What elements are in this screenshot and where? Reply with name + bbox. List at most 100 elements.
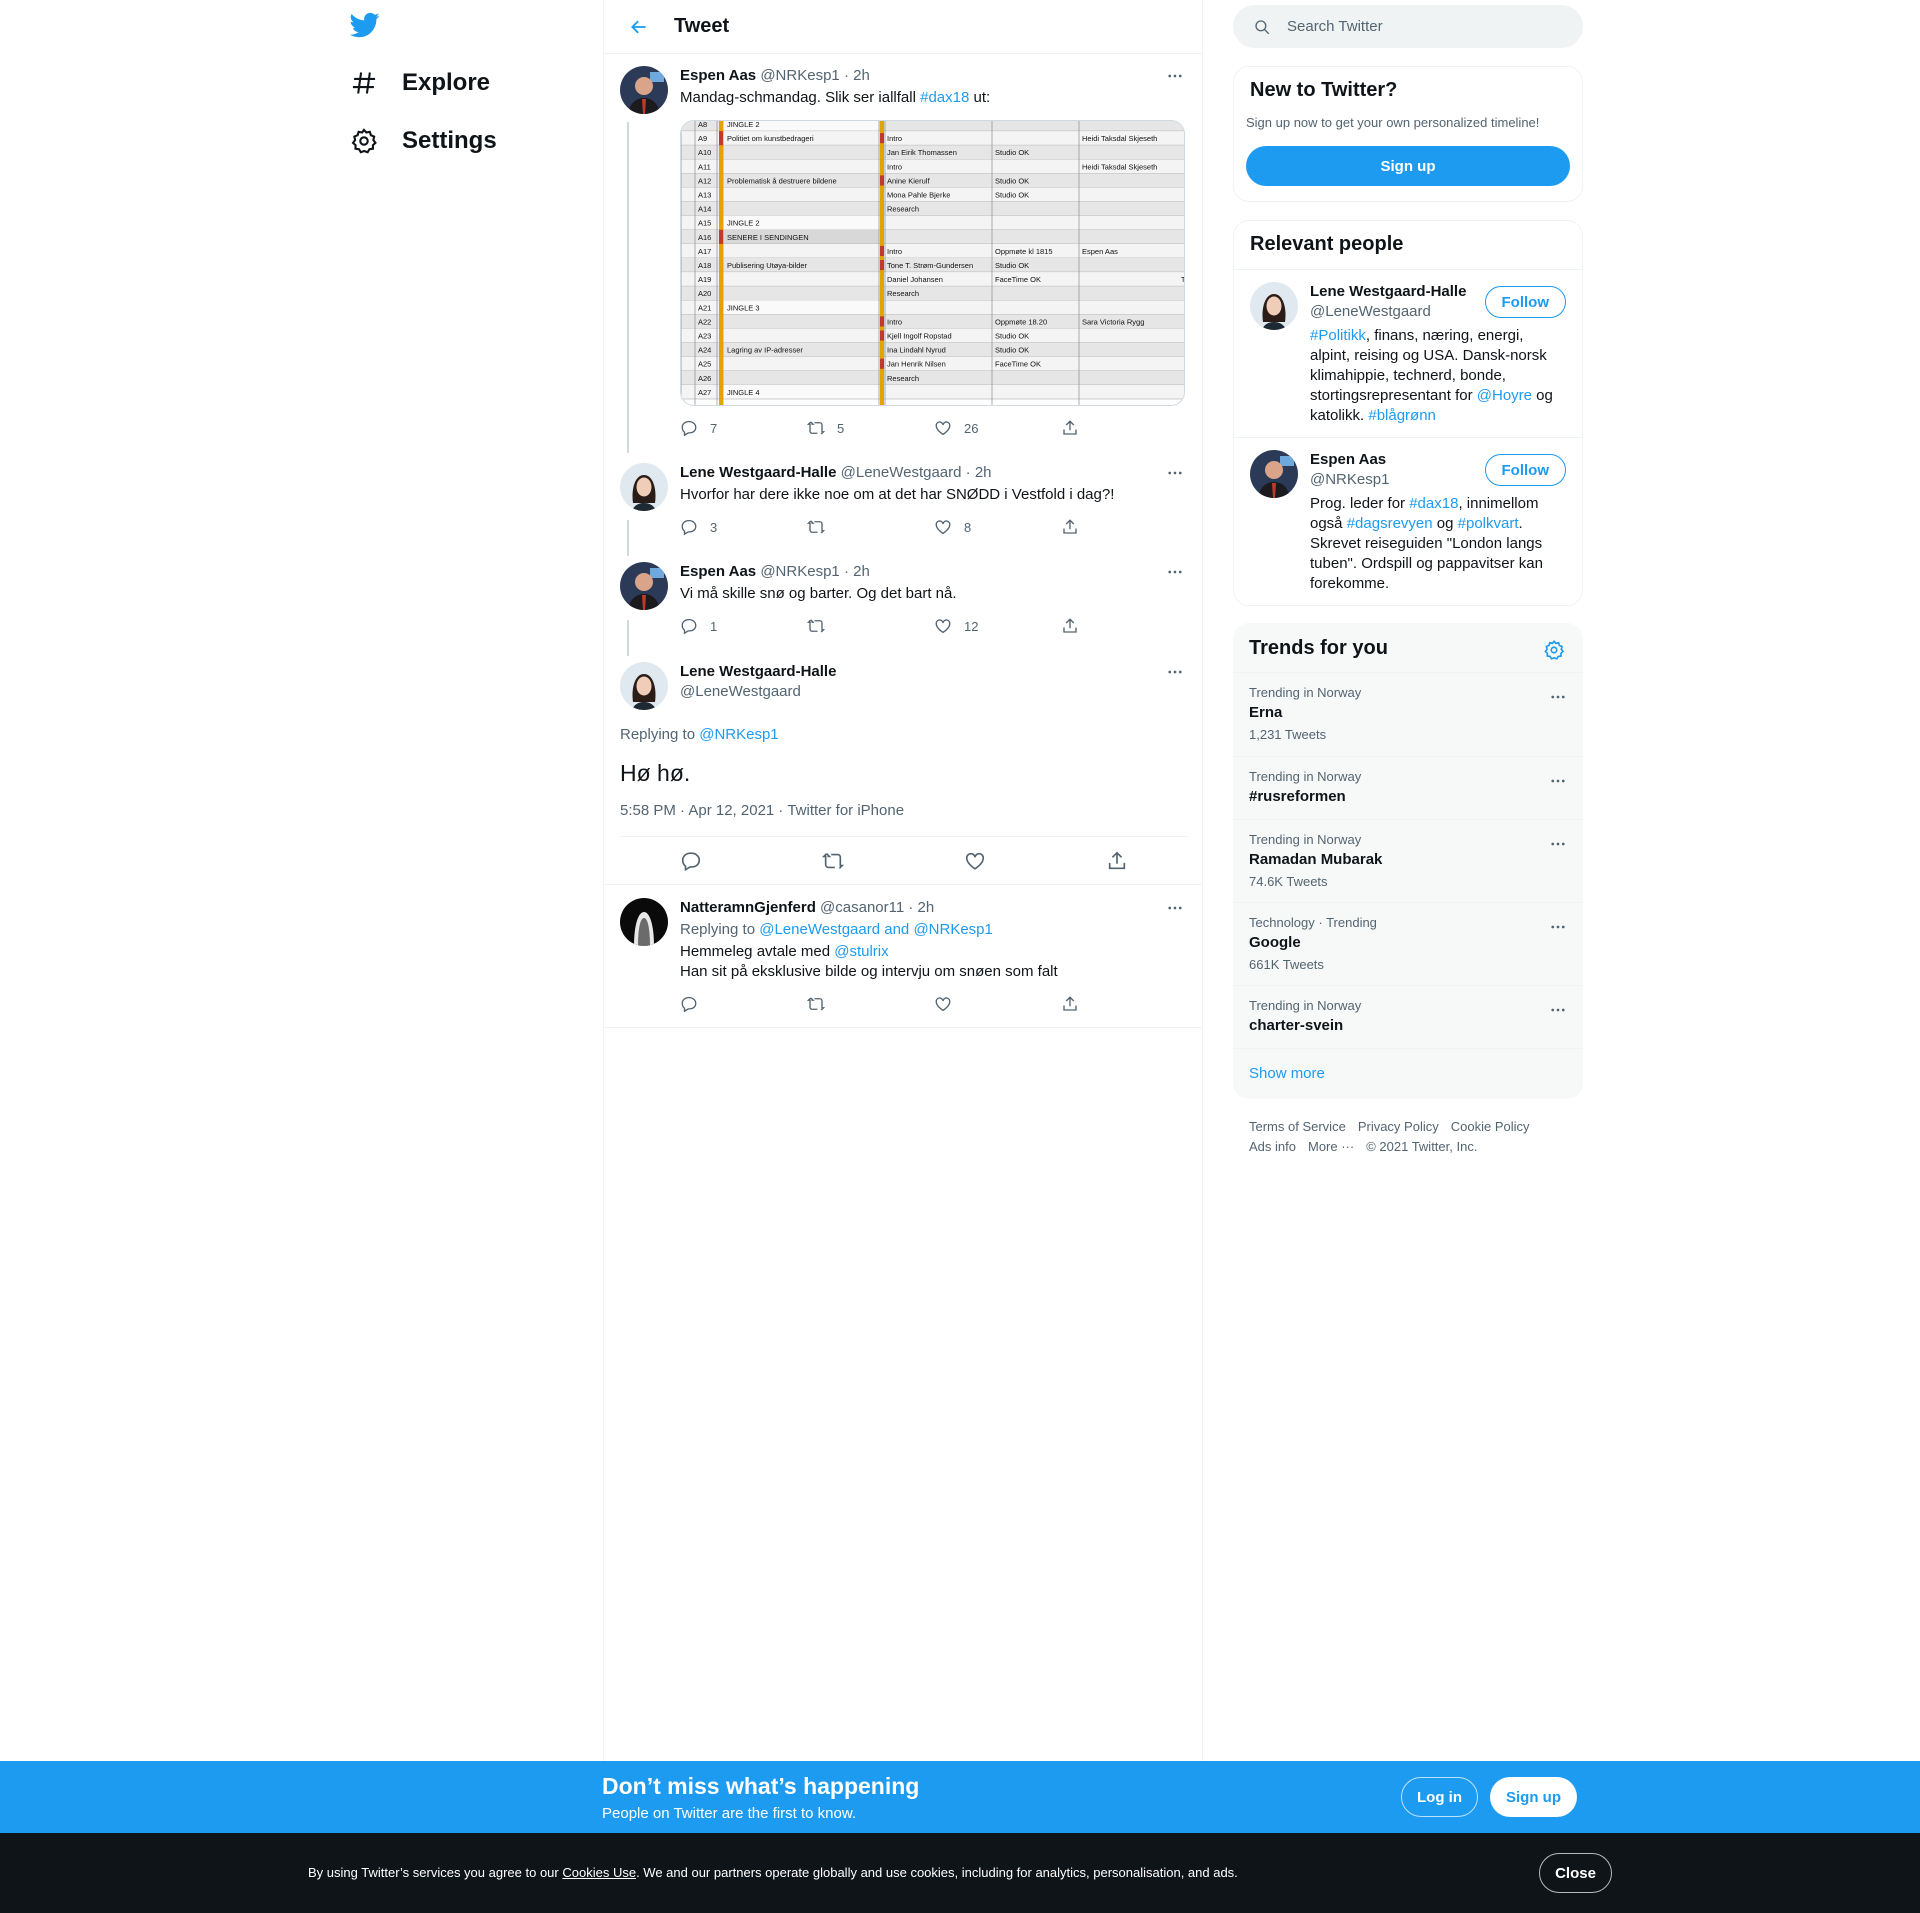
avatar[interactable] xyxy=(620,898,668,946)
author-name[interactable]: Espen Aas xyxy=(680,67,756,84)
retweet-button[interactable] xyxy=(822,850,844,872)
thread-tweet[interactable]: Lene Westgaard-Halle @LeneWestgaard · 2h… xyxy=(620,463,1188,543)
retweet-button[interactable] xyxy=(807,995,934,1013)
thread-tweet[interactable]: Espen Aas @NRKesp1 · 2h Vi må skille snø… xyxy=(620,562,1188,642)
author-handle[interactable]: @LeneWestgaard xyxy=(841,464,962,481)
log-in-button[interactable]: Log in xyxy=(1401,1777,1478,1817)
sign-up-button[interactable]: Sign up xyxy=(1246,146,1570,186)
tweet-time[interactable]: · 2h xyxy=(844,563,870,580)
person-name[interactable]: Espen Aas xyxy=(1310,450,1386,470)
more-options-button[interactable] xyxy=(1162,560,1188,584)
nav-settings[interactable]: Settings xyxy=(350,116,497,166)
like-button[interactable]: 26 xyxy=(934,419,1061,437)
more-options-button[interactable] xyxy=(1162,896,1188,920)
search-bar[interactable] xyxy=(1233,5,1583,48)
bio-link[interactable]: #blågrønn xyxy=(1368,407,1436,424)
search-input[interactable] xyxy=(1287,18,1547,35)
like-button[interactable]: 12 xyxy=(934,617,1061,635)
retweet-button[interactable] xyxy=(807,518,934,536)
share-button[interactable] xyxy=(1106,850,1128,872)
share-button[interactable] xyxy=(1061,419,1188,437)
person-name[interactable]: Lene Westgaard-Halle xyxy=(1310,282,1466,302)
more-options-button[interactable] xyxy=(1162,64,1188,88)
retweet-button[interactable] xyxy=(807,617,934,635)
more-options-button[interactable] xyxy=(1162,461,1188,485)
like-button[interactable]: 8 xyxy=(934,518,1061,536)
tweet-image[interactable]: A8 JINGLE 2 A9 Politiet om kunstbedrageri In… xyxy=(680,120,1185,406)
bio-link[interactable]: @Hoyre xyxy=(1477,387,1532,404)
bio-link[interactable]: #dax18 xyxy=(1409,495,1458,512)
replying-to-link[interactable]: @LeneWestgaard and @NRKesp1 xyxy=(759,921,993,938)
author-handle[interactable]: @NRKesp1 xyxy=(760,563,839,580)
bio-link[interactable]: #polkvart xyxy=(1458,515,1519,532)
author-handle[interactable]: @casanor11 xyxy=(820,899,904,916)
trend-item[interactable]: Trending in Norway charter-svein xyxy=(1233,985,1583,1048)
reply-button[interactable]: 7 xyxy=(680,419,807,437)
person-item[interactable]: Lene Westgaard-Halle @LeneWestgaard Foll… xyxy=(1234,269,1582,437)
person-handle[interactable]: @NRKesp1 xyxy=(1310,470,1389,490)
trend-item[interactable]: Trending in Norway Ramadan Mubarak 74.6K… xyxy=(1233,819,1583,902)
author-name[interactable]: Lene Westgaard-Halle xyxy=(680,662,1188,682)
avatar[interactable] xyxy=(620,562,668,610)
trend-item[interactable]: Trending in Norway Erna 1,231 Tweets xyxy=(1233,672,1583,756)
tweet-time[interactable]: · 2h xyxy=(966,464,992,481)
trends-settings-icon[interactable] xyxy=(1543,639,1565,661)
back-button[interactable] xyxy=(622,10,656,44)
avatar[interactable] xyxy=(1250,450,1298,498)
more-options-button[interactable] xyxy=(1545,832,1571,856)
more-options-button[interactable] xyxy=(1162,660,1188,684)
author-handle[interactable]: @NRKesp1 xyxy=(760,67,839,84)
trend-item[interactable]: Technology · Trending Google 661K Tweets xyxy=(1233,902,1583,985)
author-handle[interactable]: @LeneWestgaard xyxy=(680,682,1188,702)
reply-tweet[interactable]: NatteramnGjenferd @casanor11 · 2h Replyi… xyxy=(620,898,1188,1018)
share-button[interactable] xyxy=(1061,518,1188,536)
avatar[interactable] xyxy=(620,463,668,511)
show-more-link[interactable]: Show more xyxy=(1233,1048,1583,1100)
cookies-use-link[interactable]: Cookies Use xyxy=(562,1865,636,1880)
tweet-time[interactable]: · 2h xyxy=(844,67,870,84)
hashtag-link[interactable]: #dax18 xyxy=(920,89,969,106)
more-options-button[interactable] xyxy=(1545,769,1571,793)
nav-explore[interactable]: Explore xyxy=(350,58,490,108)
reply-button[interactable] xyxy=(680,850,702,872)
footer-link-privacy[interactable]: Privacy Policy xyxy=(1358,1119,1439,1134)
follow-button[interactable]: Follow xyxy=(1484,286,1566,318)
reply-button[interactable]: 1 xyxy=(680,617,807,635)
replying-to-link[interactable]: @NRKesp1 xyxy=(699,726,778,743)
bio-link[interactable]: #Politikk xyxy=(1310,327,1366,344)
like-button[interactable] xyxy=(934,995,1061,1013)
more-options-button[interactable] xyxy=(1545,915,1571,939)
share-button[interactable] xyxy=(1061,995,1188,1013)
more-options-button[interactable] xyxy=(1545,685,1571,709)
author-name[interactable]: Lene Westgaard-Halle xyxy=(680,464,836,481)
trend-item[interactable]: Trending in Norway #rusreformen xyxy=(1233,756,1583,819)
mention-link[interactable]: @stulrix xyxy=(834,943,888,960)
share-button[interactable] xyxy=(1061,617,1188,635)
tweet-timestamp[interactable]: 5:58 PM · Apr 12, 2021 · Twitter for iPh… xyxy=(620,802,904,819)
person-item[interactable]: Espen Aas @NRKesp1 Follow Prog. leder fo… xyxy=(1234,437,1582,605)
author-name[interactable]: Espen Aas xyxy=(680,563,756,580)
avatar[interactable] xyxy=(620,66,668,114)
like-button[interactable] xyxy=(964,850,986,872)
footer-link-ads-info[interactable]: Ads info xyxy=(1249,1139,1296,1154)
retweet-button[interactable]: 5 xyxy=(807,419,934,437)
follow-button[interactable]: Follow xyxy=(1484,454,1566,486)
author-name[interactable]: NatteramnGjenferd xyxy=(680,899,816,916)
reply-button[interactable] xyxy=(680,995,807,1013)
avatar[interactable] xyxy=(620,662,668,710)
footer-link-terms[interactable]: Terms of Service xyxy=(1249,1119,1346,1134)
footer-link-cookies[interactable]: Cookie Policy xyxy=(1451,1119,1530,1134)
banner-sign-up-button[interactable]: Sign up xyxy=(1490,1777,1577,1817)
tweet-time[interactable]: · 2h xyxy=(908,899,934,916)
avatar[interactable] xyxy=(1250,282,1298,330)
footer-more-button[interactable]: More ··· xyxy=(1308,1139,1354,1154)
person-handle[interactable]: @LeneWestgaard xyxy=(1310,302,1431,322)
reply-button[interactable]: 3 xyxy=(680,518,807,536)
heart-icon xyxy=(965,852,985,870)
bio-link[interactable]: #dagsrevyen xyxy=(1347,515,1433,532)
twitter-logo-icon[interactable] xyxy=(350,10,386,46)
close-cookie-button[interactable]: Close xyxy=(1539,1853,1612,1893)
more-options-button[interactable] xyxy=(1545,998,1571,1022)
thread-tweet[interactable]: Espen Aas @NRKesp1 · 2h Mandag-schmandag… xyxy=(620,66,1188,446)
retweet-icon xyxy=(822,853,844,869)
